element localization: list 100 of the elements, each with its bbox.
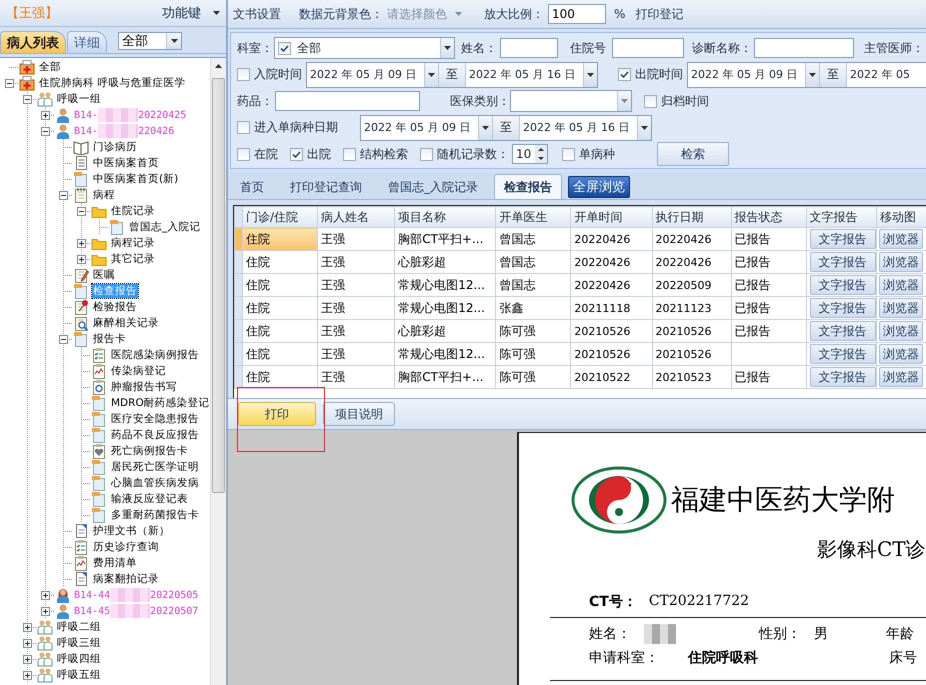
row-selector[interactable] [234,366,242,388]
tree-item[interactable]: 住院肺病科 呼吸与危重症医学 [38,76,186,90]
name-input[interactable] [500,38,558,58]
tree-item[interactable]: 历史诊疗查询 [92,540,160,554]
image-viewer-button[interactable]: 浏览器 [878,252,923,272]
tree-item[interactable]: 报告卡 [92,332,127,346]
tree-item[interactable]: 其它记录 [110,252,156,266]
expand-icon[interactable] [22,622,32,632]
tree-item[interactable]: 麻醉相关记录 [92,316,160,330]
collapse-icon[interactable] [22,94,32,104]
tree-item[interactable]: 药品不良反应报告 [110,428,200,442]
report-tab[interactable]: 曾国志_入院记录 [378,174,488,199]
tree-item[interactable]: 护理文书（新） [92,524,171,538]
tree-item[interactable]: MDRO耐药感染登记 [110,396,210,410]
single-disease-checkbox[interactable]: 单病种 [562,146,615,163]
column-header[interactable]: 门诊/住院 [242,206,318,228]
expand-icon[interactable] [76,254,86,264]
column-header[interactable]: 病人姓名 [318,206,395,228]
tree-item[interactable]: 中医病案首页 [92,156,160,170]
column-header[interactable]: 文字报告 [806,206,876,228]
spin-up-icon[interactable] [538,148,544,152]
report-tab[interactable]: 检查报告 [494,174,562,199]
image-viewer-button[interactable]: 浏览器 [878,229,923,249]
disease-date-checkbox[interactable]: 进入单病种日期 [237,119,338,136]
tree-item[interactable]: 门诊病历 [92,140,138,154]
date-field[interactable]: 2022 年 05 [847,62,926,87]
report-tab[interactable]: 打印登记查询 [280,174,372,199]
tree-item[interactable]: 传染病登记 [110,364,167,378]
patient-id[interactable]: B14-44 [74,590,110,600]
status-checkbox[interactable]: 结构检索 [343,146,408,163]
status-checkbox[interactable]: 在院 [237,146,278,163]
tree-item[interactable]: 中医病案首页(新) [92,172,180,186]
menu-item[interactable]: 文书设置 [233,6,281,22]
date-field[interactable]: 2022 年 05 月 09 日 [688,62,819,87]
tree-item[interactable]: 呼吸三组 [56,636,102,650]
tree-item[interactable]: 输液反应登记表 [110,492,189,506]
patient-id[interactable]: B14- [74,126,98,136]
image-viewer-button[interactable]: 浏览器 [878,367,923,387]
diagnosis-input[interactable] [754,38,854,58]
column-header[interactable]: 项目名称 [394,206,496,228]
filter-dropdown[interactable]: 全部 [118,32,182,50]
tree-item[interactable]: 居民死亡医学证明 [110,460,200,474]
scroll-up-icon[interactable] [215,64,222,68]
tree-item[interactable]: 肿瘤报告书写 [110,380,178,394]
spin-down-icon[interactable] [538,157,544,160]
tree-item[interactable]: 医嘱 [92,268,116,282]
insurance-dropdown[interactable] [510,90,632,112]
date-field[interactable]: 2022 年 05 月 09 日 [361,116,492,140]
zoom-input[interactable]: 100 [548,4,606,24]
collapse-icon[interactable] [58,190,68,200]
expand-icon[interactable] [40,110,50,120]
column-header[interactable]: 开单医生 [496,206,571,228]
tree-item[interactable]: 多重耐药菌报告卡 [110,508,200,522]
collapse-icon[interactable] [58,334,68,344]
collapse-icon[interactable] [40,126,50,136]
inpatient-number-input[interactable] [612,38,684,58]
column-header[interactable]: 开单时间 [570,206,652,228]
tree-item[interactable]: 全部 [38,60,62,74]
admission-checkbox[interactable]: 入院时间 [237,66,302,84]
expand-icon[interactable] [76,238,86,248]
drug-input[interactable] [275,91,420,112]
tree-item[interactable]: 病程记录 [110,236,156,250]
image-viewer-button[interactable]: 浏览器 [878,298,923,318]
status-checkbox[interactable]: 出院 [290,146,331,163]
collapse-icon[interactable] [76,206,86,216]
text-report-button[interactable]: 文字报告 [810,321,876,341]
tree-item[interactable]: 呼吸五组 [56,668,102,682]
discharge-checkbox[interactable]: 出院时间 [618,66,683,84]
item-description-button[interactable]: 项目说明 [323,402,395,426]
tree-item[interactable]: 呼吸一组 [56,92,102,106]
expand-icon[interactable] [22,654,32,664]
checkbox[interactable] [278,42,291,55]
column-header[interactable]: 移动图 [876,206,926,228]
text-report-button[interactable]: 文字报告 [810,275,876,295]
report-tab[interactable]: 首页 [230,174,274,199]
print-button[interactable]: 打印 [238,402,316,426]
tree-item[interactable]: 检验报告 [92,300,138,314]
fullscreen-button[interactable]: 全屏浏览 [568,176,630,198]
tree-item[interactable]: 曾国志_入院记 [128,220,202,234]
date-field[interactable]: 2022 年 05 月 16 日 [520,116,651,140]
tree-item[interactable]: 医院感染病例报告 [110,348,200,362]
image-viewer-button[interactable]: 浏览器 [878,275,923,295]
image-viewer-button[interactable]: 浏览器 [878,344,923,364]
expand-icon[interactable] [22,638,32,648]
image-viewer-button[interactable]: 浏览器 [878,321,923,341]
scrollbar[interactable] [210,58,226,685]
archive-checkbox[interactable]: 归档时间 [644,92,709,110]
search-button[interactable]: 检索 [657,142,729,166]
date-field[interactable]: 2022 年 05 月 16 日 [466,62,597,87]
column-header[interactable]: 报告状态 [731,206,806,228]
text-report-button[interactable]: 文字报告 [810,229,876,249]
tree-item[interactable]: 医疗安全隐患报告 [110,412,200,426]
tree-item[interactable]: 呼吸四组 [56,652,102,666]
tree-item[interactable]: 住院记录 [110,204,156,218]
tree-item[interactable]: 呼吸二组 [56,620,102,634]
tree-item[interactable]: 病程 [92,188,116,202]
expand-icon[interactable] [40,590,50,600]
collapse-icon[interactable] [4,78,14,88]
column-header[interactable]: 执行日期 [652,206,732,228]
tree-item[interactable]: 费用清单 [92,556,138,570]
